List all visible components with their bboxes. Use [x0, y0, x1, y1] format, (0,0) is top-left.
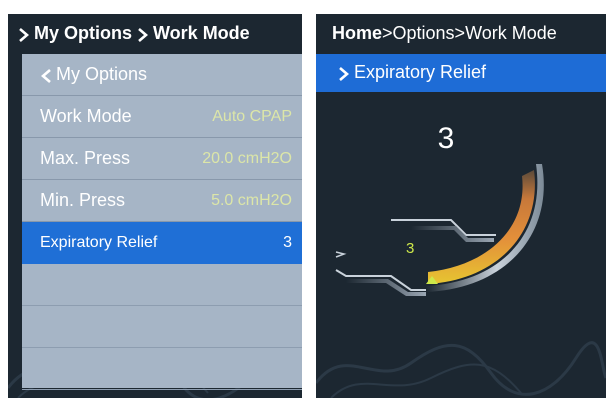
breadcrumb-path[interactable]: >Options>Work Mode: [382, 23, 557, 43]
left-screen: My Options Work Mode My Options Work Mod…: [8, 14, 302, 398]
background-ornament: [316, 341, 606, 398]
menu-item-expiratory-relief[interactable]: Expiratory Relief 3: [22, 222, 302, 264]
breadcrumb-home[interactable]: Home: [332, 23, 382, 43]
menu-empty-row: [22, 348, 302, 390]
chevron-left-icon: [40, 68, 52, 83]
chevron-right-icon: [137, 28, 149, 43]
menu-item-label: Expiratory Relief: [40, 234, 158, 251]
menu-item-label: My Options: [56, 64, 148, 84]
menu-item-value: Auto CPAP: [212, 107, 292, 125]
chevron-right-icon: [338, 67, 350, 82]
options-menu: My Options Work Mode Auto CPAP Max. Pres…: [22, 54, 302, 390]
menu-item-value: 20.0 cmH2O: [202, 149, 292, 167]
menu-item-value: 5.0 cmH2O: [211, 191, 292, 209]
menu-item-label: Work Mode: [40, 106, 132, 126]
submenu-title-bar[interactable]: Expiratory Relief: [316, 54, 606, 92]
chevron-right-icon: [18, 28, 30, 43]
breadcrumb: My Options Work Mode: [8, 14, 302, 54]
menu-item-label: Max. Press: [40, 148, 131, 168]
menu-item-value: 3: [283, 234, 292, 251]
menu-item-max-press[interactable]: Max. Press 20.0 cmH2O: [22, 138, 302, 180]
right-screen: Home>Options>Work Mode Expiratory Relief…: [316, 14, 606, 398]
breadcrumb-item-my-options[interactable]: My Options: [34, 23, 132, 43]
menu-item-min-press[interactable]: Min. Press 5.0 cmH2O: [22, 180, 302, 222]
relief-gauge-graphic: [335, 164, 544, 296]
menu-item-back[interactable]: My Options: [22, 54, 302, 96]
breadcrumb: Home>Options>Work Mode: [316, 14, 606, 54]
breadcrumb-item-work-mode[interactable]: Work Mode: [153, 23, 250, 43]
menu-item-label: Min. Press: [40, 190, 126, 210]
submenu-title: Expiratory Relief: [354, 62, 487, 82]
relief-level-small-value: 3: [406, 240, 415, 257]
menu-item-work-mode[interactable]: Work Mode Auto CPAP: [22, 96, 302, 138]
menu-empty-row: [22, 306, 302, 348]
menu-empty-row: [22, 264, 302, 306]
exhale-symbol: [335, 251, 347, 258]
